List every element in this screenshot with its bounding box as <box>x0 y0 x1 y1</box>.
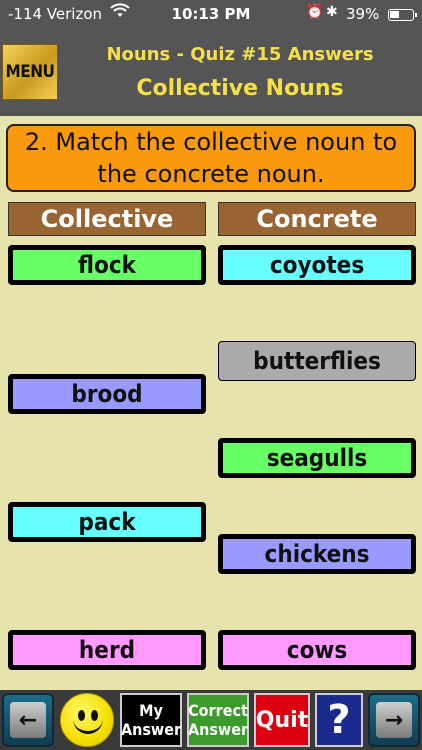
concrete-item-coyotes[interactable]: coyotes <box>218 245 416 285</box>
concrete-item-cows[interactable]: cows <box>218 630 416 670</box>
collective-column-header: Collective <box>8 202 206 236</box>
forward-button[interactable]: → <box>368 693 420 747</box>
menu-button[interactable]: MENU <box>2 44 58 100</box>
concrete-column-header: Concrete <box>218 202 416 236</box>
back-arrow-icon: ← <box>10 702 46 738</box>
my-answer-label-line2: Answer <box>120 720 182 739</box>
collective-item-flock[interactable]: flock <box>8 245 206 285</box>
quit-button[interactable]: Quit <box>254 693 310 747</box>
bottom-toolbar: ← My Answer Correct Answer Quit ? → <box>0 690 422 750</box>
alarm-icon: ⏰ <box>306 4 324 20</box>
battery-percent: 39% <box>346 5 380 23</box>
topic-title: Collective Nouns <box>136 76 344 101</box>
my-answer-label-line1: My <box>139 701 163 720</box>
question-prompt: 2. Match the collective noun to the conc… <box>6 124 416 192</box>
app-header: MENU Nouns - Quiz #15 Answers Collective… <box>0 30 422 116</box>
concrete-item-seagulls[interactable]: seagulls <box>218 438 416 478</box>
concrete-item-chickens[interactable]: chickens <box>218 534 416 574</box>
smiley-face <box>60 693 114 747</box>
collective-item-brood[interactable]: brood <box>8 374 206 414</box>
correct-answer-button[interactable]: Correct Answer <box>187 693 249 747</box>
battery-icon <box>388 9 417 21</box>
quiz-title: Nouns - Quiz #15 Answers <box>106 44 374 65</box>
concrete-item-butterflies[interactable]: butterflies <box>218 341 416 381</box>
correct-answer-label-line1: Correct <box>188 701 248 720</box>
smiley-mouth <box>73 716 103 734</box>
bluetooth-icon: ✱ <box>326 4 338 20</box>
forward-arrow-icon: → <box>376 702 412 738</box>
my-answer-button[interactable]: My Answer <box>120 693 182 747</box>
status-bar: -114 Verizon 10:13 PM ⏰ ✱ 39% <box>0 0 422 30</box>
battery-fill <box>390 11 399 18</box>
collective-item-herd[interactable]: herd <box>8 630 206 670</box>
collective-item-pack[interactable]: pack <box>8 502 206 542</box>
help-button[interactable]: ? <box>315 693 363 747</box>
smiley-icon[interactable] <box>59 693 115 747</box>
correct-answer-label-line2: Answer <box>187 720 249 739</box>
back-button[interactable]: ← <box>2 693 54 747</box>
